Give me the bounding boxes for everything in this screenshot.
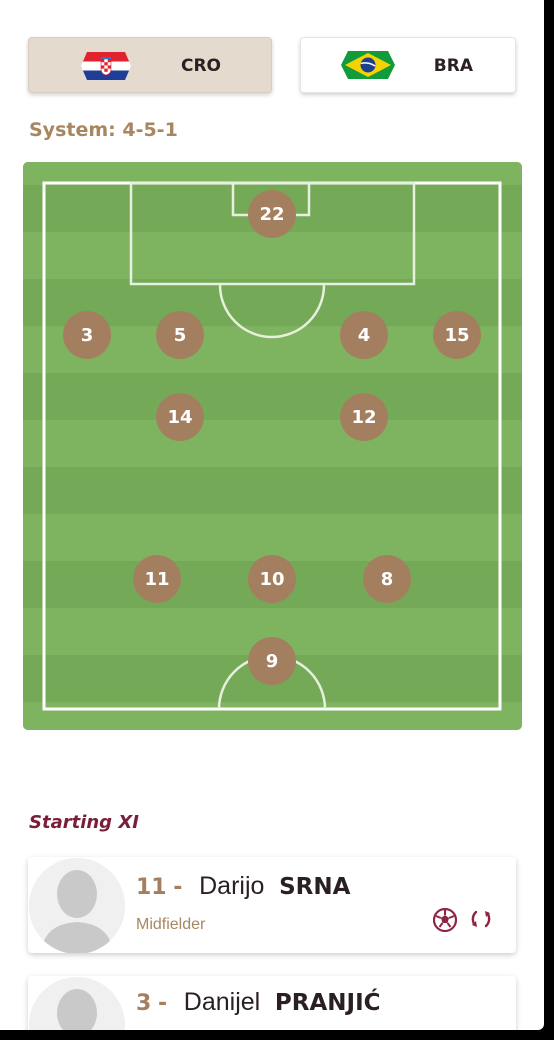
name-separator: - <box>173 875 183 900</box>
player-last-name: PRANJIĆ <box>274 990 381 1016</box>
player-number: 3 <box>136 991 152 1016</box>
name-separator: - <box>157 991 168 1016</box>
player-marker[interactable]: 5 <box>156 311 204 359</box>
player-marker[interactable]: 11 <box>133 555 181 603</box>
brazil-flag-icon <box>341 51 395 84</box>
croatia-flag-icon <box>81 52 131 85</box>
player-number: 11 <box>136 875 167 900</box>
player-first-name: Danijel <box>183 988 261 1016</box>
player-name: 11 - Darijo SRNA <box>136 872 350 901</box>
pitch: 22 3 5 4 15 14 12 11 10 8 9 <box>23 162 522 730</box>
team-toggle-cro[interactable]: CRO <box>28 37 272 93</box>
person-silhouette-icon <box>29 858 125 953</box>
player-name: 3 - Danijel PRANJIĆ <box>136 988 381 1017</box>
formation-label: System: 4-5-1 <box>29 119 178 141</box>
avatar <box>29 977 125 1030</box>
player-card[interactable]: 11 - Darijo SRNA Midfielder <box>28 857 516 953</box>
player-marker[interactable]: 14 <box>156 393 204 441</box>
player-marker[interactable]: 10 <box>248 555 296 603</box>
player-marker[interactable]: 3 <box>63 311 111 359</box>
player-marker[interactable]: 8 <box>363 555 411 603</box>
ball-icon <box>431 906 459 939</box>
person-silhouette-icon <box>29 977 125 1030</box>
avatar <box>29 858 125 953</box>
player-last-name: SRNA <box>279 874 351 900</box>
team-toggle-bra[interactable]: BRA <box>300 37 516 93</box>
lineup-screen: CRO BRA System: 4-5-1 22 3 5 4 15 14 12 … <box>0 0 544 1030</box>
team-code-bra: BRA <box>433 56 473 76</box>
player-marker[interactable]: 9 <box>248 637 296 685</box>
starting-xi-title: Starting XI <box>29 812 139 833</box>
team-code-cro: CRO <box>180 56 221 76</box>
player-marker[interactable]: 15 <box>433 311 481 359</box>
player-marker[interactable]: 22 <box>248 190 296 238</box>
substitution-icon <box>469 906 493 937</box>
player-position: Midfielder <box>136 916 206 933</box>
player-card[interactable]: 3 - Danijel PRANJIĆ <box>28 976 516 1030</box>
player-marker[interactable]: 4 <box>340 311 388 359</box>
player-first-name: Darijo <box>199 872 265 900</box>
player-marker[interactable]: 12 <box>340 393 388 441</box>
